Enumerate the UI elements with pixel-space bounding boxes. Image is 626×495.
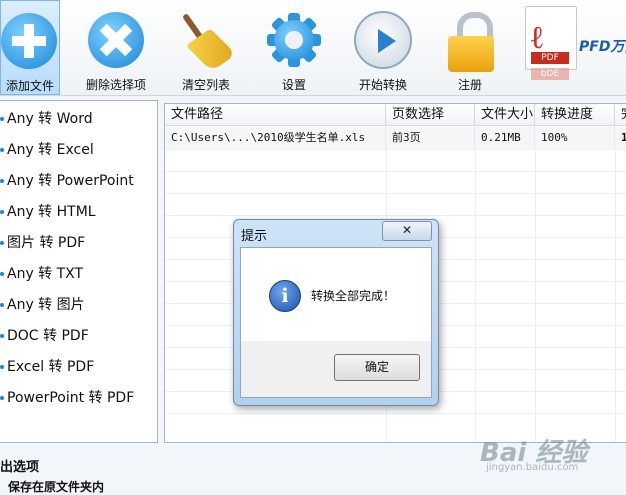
delete-selected-button[interactable]: 删除选择项 bbox=[82, 0, 150, 95]
settings-button[interactable]: 设置 bbox=[265, 0, 323, 95]
pdf-logo-icon: ℓ PDF bDE bbox=[525, 6, 577, 86]
clear-list-label: 清空列表 bbox=[181, 78, 230, 92]
pdf-badge: PDF bbox=[531, 52, 569, 64]
sidebar-item-image-to-pdf[interactable]: 图片 转 PDF bbox=[0, 231, 85, 255]
column-header-done[interactable]: 完 bbox=[615, 104, 626, 126]
toolbar: 添加文件 删除选择项 清空列表 设置 开始转换 注册 ℓ PDF bDE PFD… bbox=[0, 0, 626, 96]
x-icon bbox=[88, 12, 144, 68]
info-dialog: 提示 ✕ i 转换全部完成！ 确定 bbox=[233, 219, 439, 406]
lock-icon bbox=[446, 10, 496, 72]
dialog-footer: 确定 bbox=[240, 341, 432, 398]
save-in-original-folder-option[interactable]: 保存在原文件夹内 bbox=[8, 478, 104, 495]
sidebar-item-label: 图片 转 PDF bbox=[7, 235, 86, 251]
dialog-title: 提示 bbox=[241, 229, 268, 244]
register-button[interactable]: 注册 bbox=[440, 0, 500, 95]
sidebar-item-doc-to-pdf[interactable]: DOC 转 PDF bbox=[0, 324, 89, 348]
sidebar-item-any-to-powerpoint[interactable]: Any 转 PowerPoint bbox=[0, 169, 134, 193]
column-header-size[interactable]: 文件大小 bbox=[475, 104, 535, 126]
sidebar-item-label: DOC 转 PDF bbox=[7, 328, 89, 344]
bullet-icon bbox=[0, 334, 4, 338]
cell-pages: 前3页 bbox=[386, 127, 475, 149]
column-header-progress[interactable]: 转换进度 bbox=[535, 104, 615, 126]
pdf-badge-reflection: bDE bbox=[531, 68, 569, 80]
start-convert-label: 开始转换 bbox=[358, 78, 407, 92]
delete-selected-label: 删除选择项 bbox=[85, 78, 146, 92]
dialog-close-button[interactable]: ✕ bbox=[382, 221, 432, 241]
bullet-icon bbox=[0, 210, 4, 214]
register-label: 注册 bbox=[457, 78, 482, 92]
bullet-icon bbox=[0, 365, 4, 369]
cell-size: 0.21MB bbox=[475, 127, 535, 149]
dialog-body: i 转换全部完成！ bbox=[240, 247, 432, 343]
conversion-type-list: Any 转 Word Any 转 Excel Any 转 PowerPoint … bbox=[0, 100, 158, 443]
column-header-pages[interactable]: 页数选择 bbox=[386, 104, 475, 126]
plus-icon bbox=[1, 13, 57, 69]
clear-list-button[interactable]: 清空列表 bbox=[176, 0, 237, 95]
gear-icon bbox=[267, 13, 321, 67]
sidebar-item-label: Excel 转 PDF bbox=[7, 359, 95, 375]
sidebar-item-label: Any 转 Excel bbox=[7, 142, 94, 158]
cell-progress: 100% bbox=[535, 127, 615, 149]
sidebar-item-any-to-html[interactable]: Any 转 HTML bbox=[0, 200, 96, 224]
sidebar-item-any-to-word[interactable]: Any 转 Word bbox=[0, 107, 93, 131]
column-header-path[interactable]: 文件路径 bbox=[165, 104, 386, 126]
bullet-icon bbox=[0, 396, 4, 400]
start-convert-button[interactable]: 开始转换 bbox=[350, 0, 416, 95]
info-icon: i bbox=[269, 280, 301, 312]
dialog-message: 转换全部完成！ bbox=[311, 289, 396, 303]
broom-icon bbox=[181, 10, 237, 72]
bullet-icon bbox=[0, 179, 4, 183]
table-row[interactable]: C:\Users\...\2010级学生名单.xls 前3页 0.21MB 10… bbox=[165, 127, 626, 149]
bullet-icon bbox=[0, 117, 4, 121]
watermark-subtext: jingyan.baidu.com bbox=[486, 462, 579, 473]
baidu-watermark: Bai 经验 jingyan.baidu.com bbox=[474, 418, 626, 478]
sidebar-item-any-to-txt[interactable]: Any 转 TXT bbox=[0, 262, 83, 286]
sidebar-item-label: Any 转 Word bbox=[7, 111, 93, 127]
output-options-title: 出选项 bbox=[0, 460, 40, 475]
bullet-icon bbox=[0, 241, 4, 245]
sidebar-item-label: Any 转 TXT bbox=[7, 266, 84, 282]
brand-title: PFD万能 bbox=[579, 39, 626, 55]
cell-path: C:\Users\...\2010级学生名单.xls bbox=[165, 127, 386, 149]
sidebar-item-any-to-excel[interactable]: Any 转 Excel bbox=[0, 138, 94, 162]
sidebar-item-label: Any 转 图片 bbox=[7, 297, 85, 313]
ok-button[interactable]: 确定 bbox=[334, 354, 420, 381]
settings-label: 设置 bbox=[281, 78, 306, 92]
bullet-icon bbox=[0, 148, 4, 152]
sidebar-item-excel-to-pdf[interactable]: Excel 转 PDF bbox=[0, 355, 94, 379]
play-icon bbox=[354, 11, 412, 69]
sidebar-item-powerpoint-to-pdf[interactable]: PowerPoint 转 PDF bbox=[0, 386, 134, 410]
sidebar-item-any-to-image[interactable]: Any 转 图片 bbox=[0, 293, 85, 317]
sidebar-item-label: Any 转 PowerPoint bbox=[7, 173, 134, 189]
cell-done: 1 bbox=[615, 127, 626, 149]
bullet-icon bbox=[0, 272, 4, 276]
sidebar-item-label: PowerPoint 转 PDF bbox=[7, 390, 135, 406]
bullet-icon bbox=[0, 303, 4, 307]
sidebar-item-label: Any 转 HTML bbox=[7, 204, 96, 220]
add-file-button[interactable]: 添加文件 bbox=[0, 0, 60, 95]
add-file-label: 添加文件 bbox=[5, 79, 54, 93]
